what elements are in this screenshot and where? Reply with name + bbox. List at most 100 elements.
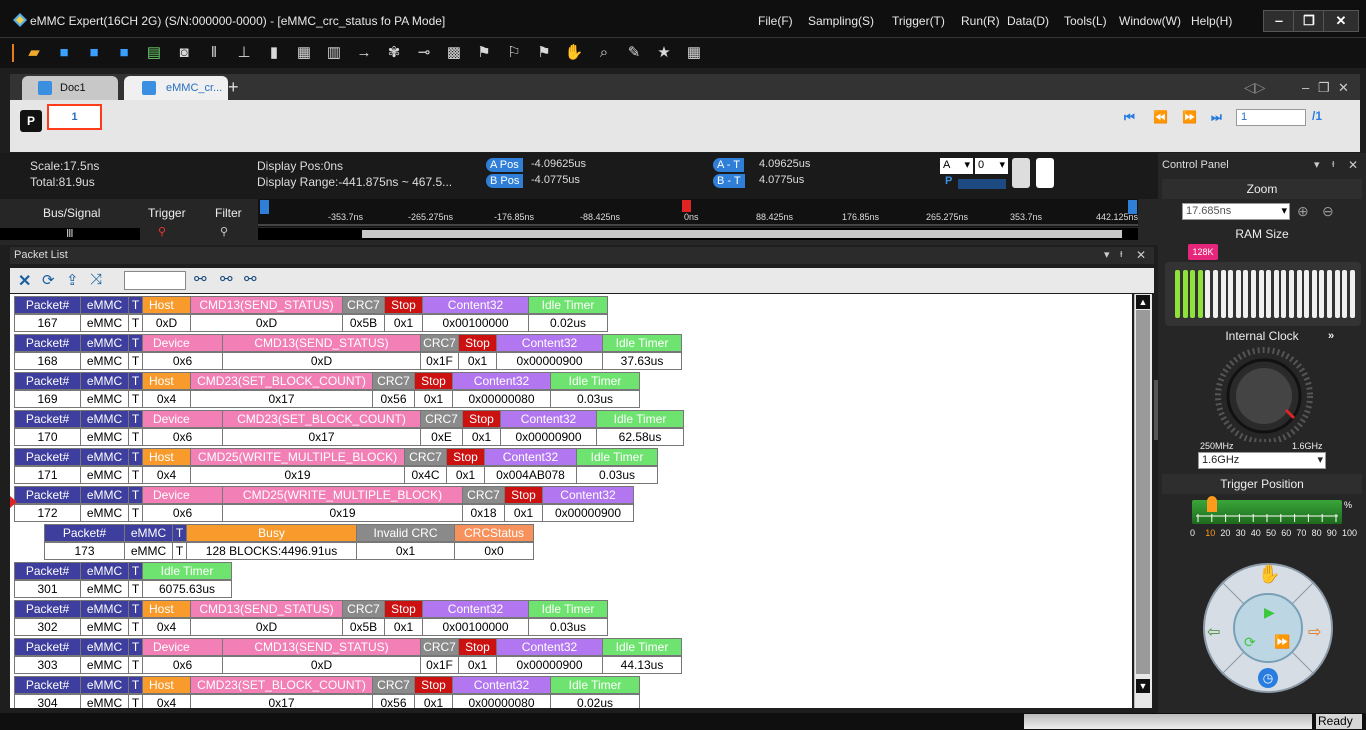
star-icon[interactable]: ★: [654, 42, 674, 62]
pen-icon[interactable]: ✎: [624, 42, 644, 62]
save-all-icon[interactable]: ■: [114, 42, 134, 62]
menu-data[interactable]: Data(D): [1007, 14, 1049, 28]
bulb-off-icon[interactable]: [1012, 158, 1030, 188]
menu-sampling[interactable]: Sampling(S): [808, 14, 874, 28]
decode-icon[interactable]: ✾: [384, 42, 404, 62]
timeline-scroll-thumb[interactable]: [362, 230, 1122, 238]
right-arrow-icon[interactable]: ⇨: [1308, 622, 1321, 642]
bus-signal-header[interactable]: Bus/Signal: [43, 206, 100, 220]
menu-tools[interactable]: Tools(L): [1064, 14, 1107, 28]
packet-list-scrollbar[interactable]: ▲ ▼: [1134, 294, 1152, 708]
refresh-icon[interactable]: ⟳: [42, 271, 55, 289]
zoom-select[interactable]: 17.685ns ▾: [1182, 203, 1290, 220]
save-icon[interactable]: ■: [54, 42, 74, 62]
cp-dropdown-icon[interactable]: ▾: [1314, 158, 1320, 171]
save-as-icon[interactable]: ■: [84, 42, 104, 62]
shuffle-icon[interactable]: ⤨: [90, 271, 102, 288]
filter-header[interactable]: Filter: [215, 206, 242, 220]
menu-run[interactable]: Run(R): [961, 14, 1000, 28]
upload-icon[interactable]: ⇪: [66, 271, 79, 289]
film-icon[interactable]: ▩: [444, 42, 464, 62]
arrow-right-icon[interactable]: →: [354, 42, 374, 62]
packet-row[interactable]: 173 eMMC T 128 BLOCKS:4496.91us 0x1 0x0: [44, 542, 534, 560]
tab-scroll-icon[interactable]: ◁▷: [1244, 79, 1266, 96]
menu-help[interactable]: Help(H): [1191, 14, 1232, 28]
first-page-icon[interactable]: ⏮: [1124, 110, 1135, 125]
packet-header-row[interactable]: Packet# eMMC T Device CMD25(WRITE_MULTIPLE_B…: [14, 486, 634, 504]
tab-close-icon[interactable]: ✕: [1338, 80, 1349, 96]
tools-icon[interactable]: ǁ: [204, 42, 224, 62]
database-icon[interactable]: ▮: [264, 42, 284, 62]
find-prev-icon[interactable]: ⚯: [244, 270, 257, 288]
packet-row[interactable]: 167 eMMC T 0xD 0xD 0x5B 0x1 0x00100000 0.02us: [14, 314, 608, 332]
packet-row[interactable]: 301 eMMC T 6075.63us: [14, 580, 232, 598]
trigger-header[interactable]: Trigger: [148, 206, 186, 220]
prev-page-icon[interactable]: ⏪: [1153, 110, 1168, 124]
clock-icon[interactable]: ◷: [1258, 668, 1278, 688]
scroll-thumb-icon[interactable]: Ⅲ: [66, 227, 74, 240]
trigger-icon[interactable]: ⚲: [158, 225, 166, 238]
packet-row[interactable]: 172 eMMC T 0x6 0x19 0x18 0x1 0x00000900: [14, 504, 634, 522]
trigger-marker[interactable]: [682, 200, 691, 212]
search-icon[interactable]: ⌕: [594, 42, 614, 62]
run-icon[interactable]: ▶: [1264, 604, 1275, 621]
probe-icon[interactable]: ⊥: [234, 42, 254, 62]
zoom-in-icon[interactable]: ⊕: [1297, 203, 1309, 220]
cp-close-icon[interactable]: ✕: [1348, 158, 1358, 172]
packet-header-row[interactable]: Packet# eMMC T Host CMD23(SET_BLOCK_COUNT) CR…: [14, 372, 640, 390]
tab-doc1[interactable]: Doc1: [22, 76, 118, 100]
zoom-out-icon[interactable]: ⊖: [1322, 203, 1334, 220]
filter-icon[interactable]: ⚲: [220, 225, 228, 238]
scroll-thumb[interactable]: [1136, 310, 1150, 674]
packet-row[interactable]: 170 eMMC T 0x6 0x17 0xE 0x1 0x00000900 62.58us: [14, 428, 684, 446]
marker-b-icon[interactable]: ⚐: [504, 42, 524, 62]
packet-list-area[interactable]: Packet# eMMC T Host CMD13(SEND_STATUS) CRC7 St…: [10, 294, 1132, 708]
close-button[interactable]: ✕: [1323, 10, 1359, 32]
menu-file[interactable]: File(F): [758, 14, 793, 28]
page-tab-1[interactable]: 1: [47, 104, 102, 130]
grid-icon[interactable]: ▦: [294, 42, 314, 62]
packet-header-row[interactable]: Packet# eMMC T Device CMD23(SET_BLOCK_COUNT)…: [14, 410, 684, 428]
ram-slider[interactable]: [1165, 262, 1361, 326]
scroll-up-icon[interactable]: ▲: [1136, 295, 1150, 309]
new-tab-icon[interactable]: +: [228, 78, 239, 96]
find-icon[interactable]: ⚯: [194, 270, 207, 288]
tab-minimize-icon[interactable]: –: [1302, 80, 1309, 95]
next-page-icon[interactable]: ⏩: [1182, 110, 1197, 124]
trigger-position-slider[interactable]: [1192, 496, 1342, 524]
marker-a-icon[interactable]: ⚑: [474, 42, 494, 62]
packet-header-row[interactable]: Packet# eMMC T Host CMD23(SET_BLOCK_COUNT) CR…: [14, 676, 640, 694]
cp-pin-icon[interactable]: ᵻ: [1332, 158, 1334, 170]
loop-icon[interactable]: ⟳: [1244, 634, 1256, 651]
packet-header-row[interactable]: Packet# eMMC T Device CMD13(SEND_STATUS) CRC7…: [14, 334, 682, 352]
scroll-down-icon[interactable]: ▼: [1136, 679, 1150, 693]
menu-window[interactable]: Window(W): [1119, 14, 1181, 28]
table-icon[interactable]: ▥: [324, 42, 344, 62]
marker-a-flag[interactable]: [260, 200, 269, 214]
packet-row[interactable]: 303 eMMC T 0x6 0xD 0x1F 0x1 0x00000900 44.13us: [14, 656, 682, 674]
marker-c-icon[interactable]: ⚑: [534, 42, 554, 62]
camera-icon[interactable]: ◙: [174, 42, 194, 62]
number-select[interactable]: 0 ▾: [975, 158, 1008, 174]
signal-icon[interactable]: ⊸: [414, 42, 434, 62]
packet-row[interactable]: 304 eMMC T 0x4 0x17 0x56 0x1 0x00000080 0.02us: [14, 694, 640, 708]
restore-button[interactable]: ❐: [1293, 10, 1325, 32]
tab-emmc[interactable]: eMMC_cr...: [124, 76, 228, 100]
clock-select[interactable]: 1.6GHz ▾: [1198, 452, 1326, 469]
open-folder-icon[interactable]: ▰: [24, 42, 44, 62]
page-number-input[interactable]: 1: [1236, 109, 1306, 126]
packet-header-row[interactable]: Packet# eMMC T Busy Invalid CRC CRCStatus: [44, 524, 534, 542]
timeline-ruler[interactable]: -353.7ns -265.275ns -176.85ns -88.425ns 0ns 8…: [258, 199, 1138, 227]
packet-row[interactable]: 168 eMMC T 0x6 0xD 0x1F 0x1 0x00000900 37.63us: [14, 352, 682, 370]
panel-dropdown-icon[interactable]: ▾: [1104, 248, 1110, 261]
packet-header-row[interactable]: Packet# eMMC T Idle Timer: [14, 562, 232, 580]
marker-b-flag[interactable]: [1128, 200, 1137, 214]
packet-header-row[interactable]: Packet# eMMC T Host CMD13(SEND_STATUS) CRC7 St…: [14, 296, 608, 314]
packet-header-row[interactable]: Packet# eMMC T Host CMD25(WRITE_MULTIPLE_BLO…: [14, 448, 658, 466]
packet-row[interactable]: 169 eMMC T 0x4 0x17 0x56 0x1 0x00000080 0.03us: [14, 390, 640, 408]
minimize-button[interactable]: ‒: [1263, 10, 1295, 32]
hand-icon[interactable]: ✋: [564, 42, 584, 62]
packet-header-row[interactable]: Packet# eMMC T Host CMD13(SEND_STATUS) CRC7 St…: [14, 600, 608, 618]
tab-restore-icon[interactable]: ❐: [1318, 80, 1330, 96]
expand-icon[interactable]: »: [1328, 330, 1334, 342]
